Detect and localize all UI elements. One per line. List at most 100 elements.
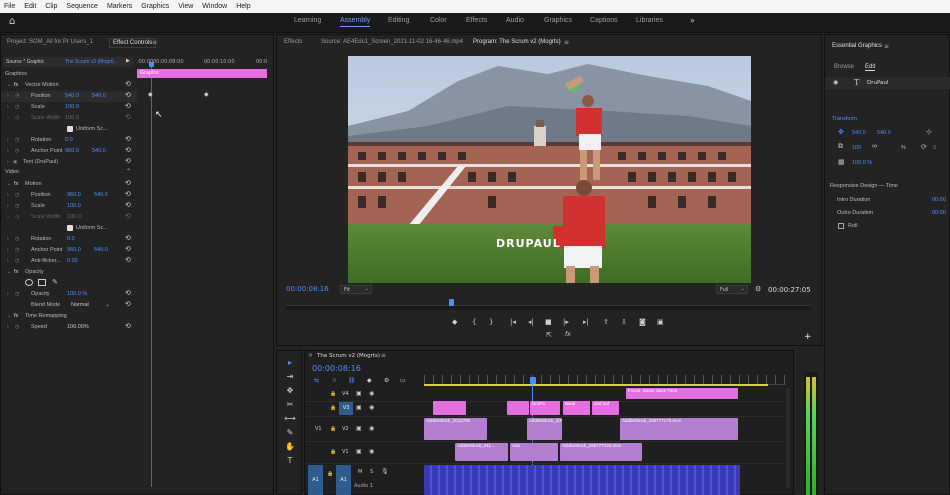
selection-tool-icon[interactable]: ▸ [284, 358, 296, 367]
stopwatch-icon[interactable]: ◷ [15, 148, 19, 154]
twirl-icon[interactable]: › [7, 214, 9, 220]
overflow-chevron-icon[interactable]: » [690, 16, 695, 25]
panel-menu-icon[interactable]: ≡ [152, 39, 157, 46]
timeline-clip[interactable]: Bank [563, 401, 590, 415]
hand-tool-icon[interactable]: ✋ [284, 442, 296, 451]
timeline-timecode[interactable]: 00:00:08:16 [312, 364, 361, 373]
anchor2-x-value[interactable]: 960.0 [67, 247, 81, 253]
timeline-clip[interactable]: AdobeStock_265777233.mov [560, 443, 642, 461]
reset-icon[interactable]: ⟲ [125, 257, 133, 265]
twirl-icon[interactable]: › [7, 236, 9, 242]
lock-icon[interactable]: 🔒 [330, 391, 336, 397]
stopwatch-icon[interactable]: ◷ [15, 104, 19, 110]
twirl-icon[interactable]: › [7, 104, 9, 110]
workspace-tab-editing[interactable]: Editing [388, 17, 409, 24]
program-playhead[interactable] [449, 299, 454, 306]
tab-browse[interactable]: Browse [834, 64, 854, 70]
track-label[interactable]: A1 [336, 465, 351, 495]
menu-item-window[interactable]: Window [202, 3, 227, 10]
pen-mask-icon[interactable]: ✎ [52, 278, 58, 286]
twirl-icon[interactable]: › [7, 203, 9, 209]
workspace-tab-effects[interactable]: Effects [466, 17, 487, 24]
toggle-sync-icon[interactable]: ▣ [356, 404, 362, 411]
workspace-tab-assembly[interactable]: Assembly [340, 17, 371, 27]
link-icon[interactable]: ∞ [872, 143, 877, 150]
sequence-tab[interactable]: The Scrum v2 (Mogrts) [317, 353, 380, 359]
panel-menu-icon[interactable]: ≡ [564, 39, 569, 46]
eg-position-y[interactable]: 540.0 [877, 130, 891, 136]
reset-icon[interactable]: ⟲ [125, 191, 133, 199]
program-scrub-bar[interactable] [286, 305, 811, 310]
eye-icon[interactable]: ◉ [13, 159, 17, 165]
rotation-value[interactable]: 0.0 [65, 137, 73, 143]
snap-icon[interactable]: ⇆ [314, 377, 319, 384]
workspace-tab-captions[interactable]: Captions [590, 17, 618, 24]
timeline-clip[interactable]: Focus: Name Save Time [626, 388, 738, 399]
menu-item-sequence[interactable]: Sequence [66, 3, 98, 10]
toggle-sync-icon[interactable]: ▣ [356, 425, 362, 432]
source-a1-label[interactable]: A1 [308, 465, 323, 495]
step-forward-icon[interactable]: |▸ [563, 318, 569, 326]
workspace-tab-learning[interactable]: Learning [294, 17, 321, 24]
reset-icon[interactable]: ⟲ [125, 103, 133, 111]
workspace-tab-graphics[interactable]: Graphics [544, 17, 572, 24]
lock-icon[interactable]: 🔒 [330, 405, 336, 411]
slip-tool-icon[interactable]: ⟷ [284, 414, 296, 423]
workspace-tab-color[interactable]: Color [430, 17, 447, 24]
twirl-icon[interactable]: › [7, 159, 9, 165]
tab-project[interactable]: Project: SOM_All for Pr Users_1 [7, 39, 93, 45]
stopwatch-icon[interactable]: ◷ [15, 291, 19, 297]
razor-tool-icon[interactable]: ✂ [284, 400, 296, 409]
eye-icon[interactable]: ◉ [369, 390, 374, 397]
timeline-clip[interactable]: and Ind [592, 401, 619, 415]
panel-menu-icon[interactable]: ≡ [884, 43, 889, 50]
opacity-value[interactable]: 100.0 % [67, 291, 87, 297]
twirl-icon[interactable]: ⌄ [7, 82, 11, 88]
stop-icon[interactable]: ■ [545, 318, 552, 326]
export-icon[interactable]: ⇱ [546, 331, 552, 339]
linked-selection-icon[interactable]: ⛓ [348, 377, 356, 384]
lock-icon[interactable]: 🔒 [330, 449, 336, 455]
step-back-icon[interactable]: ◂| [528, 318, 534, 326]
eye-icon[interactable]: ◉ [369, 425, 374, 432]
work-area-bar[interactable] [424, 384, 768, 386]
program-video-frame[interactable]: DRUPAUL [348, 56, 751, 283]
menu-item-help[interactable]: Help [236, 3, 250, 10]
blend-mode-select[interactable]: Normal [71, 302, 89, 308]
timeline-clip[interactable]: AdobeStock_311... [455, 443, 508, 461]
tab-source[interactable]: Source: AE4Edc1_Screen_2021-11-02 16-46-… [321, 39, 463, 45]
add-marker-icon[interactable]: ◆ [452, 318, 457, 326]
graphic-clip-bar[interactable]: Graphic [137, 69, 267, 78]
tab-effects[interactable]: Effects [284, 39, 302, 45]
track-label[interactable]: V3 [339, 402, 353, 415]
add-button-icon[interactable]: + [804, 332, 812, 342]
tab-program[interactable]: Program: The Scrum v2 (Mogrts) [473, 39, 561, 45]
menu-item-clip[interactable]: Clip [45, 3, 57, 10]
timeline-clip[interactable]: AdobeStock_2/AdobeStock_... [527, 418, 562, 440]
anti-flicker-value[interactable]: 0.00 [67, 258, 78, 264]
eg-scale[interactable]: 100 [852, 145, 861, 151]
layer-row[interactable]: ◉ T DruPaul [825, 77, 950, 89]
position2-x-value[interactable]: 960.0 [67, 192, 81, 198]
eg-position-x[interactable]: 540.0 [852, 130, 866, 136]
scale2-value[interactable]: 100.0 [67, 203, 81, 209]
timeline-clip[interactable] [507, 401, 529, 415]
menu-item-markers[interactable]: Markers [107, 3, 132, 10]
pen-tool-icon[interactable]: ✎ [284, 428, 296, 437]
menu-item-edit[interactable]: Edit [24, 3, 36, 10]
add-marker-icon[interactable]: ◆ [367, 377, 372, 384]
lock-icon[interactable]: 🔒 [327, 471, 333, 477]
tab-edit[interactable]: Edit [865, 64, 876, 71]
eg-rotation[interactable]: 0 [933, 145, 936, 151]
keyframe-icon[interactable]: ◆ [204, 91, 209, 98]
collapse-icon[interactable]: ⌃ [126, 168, 131, 175]
timeline-clip[interactable]: AdobeStock_2012780 [424, 418, 487, 440]
rotation2-value[interactable]: 0.0 [67, 236, 75, 242]
reset-icon[interactable]: ⟲ [125, 202, 133, 210]
lock-icon[interactable]: 🔒 [330, 426, 336, 432]
uniform-scale-checkbox[interactable] [67, 126, 73, 132]
eg-opacity[interactable]: 100.0 % [852, 160, 872, 166]
reset-icon[interactable]: ⟲ [125, 235, 133, 243]
reset-icon[interactable]: ⟲ [125, 323, 133, 331]
mute-button[interactable]: M [358, 469, 362, 475]
